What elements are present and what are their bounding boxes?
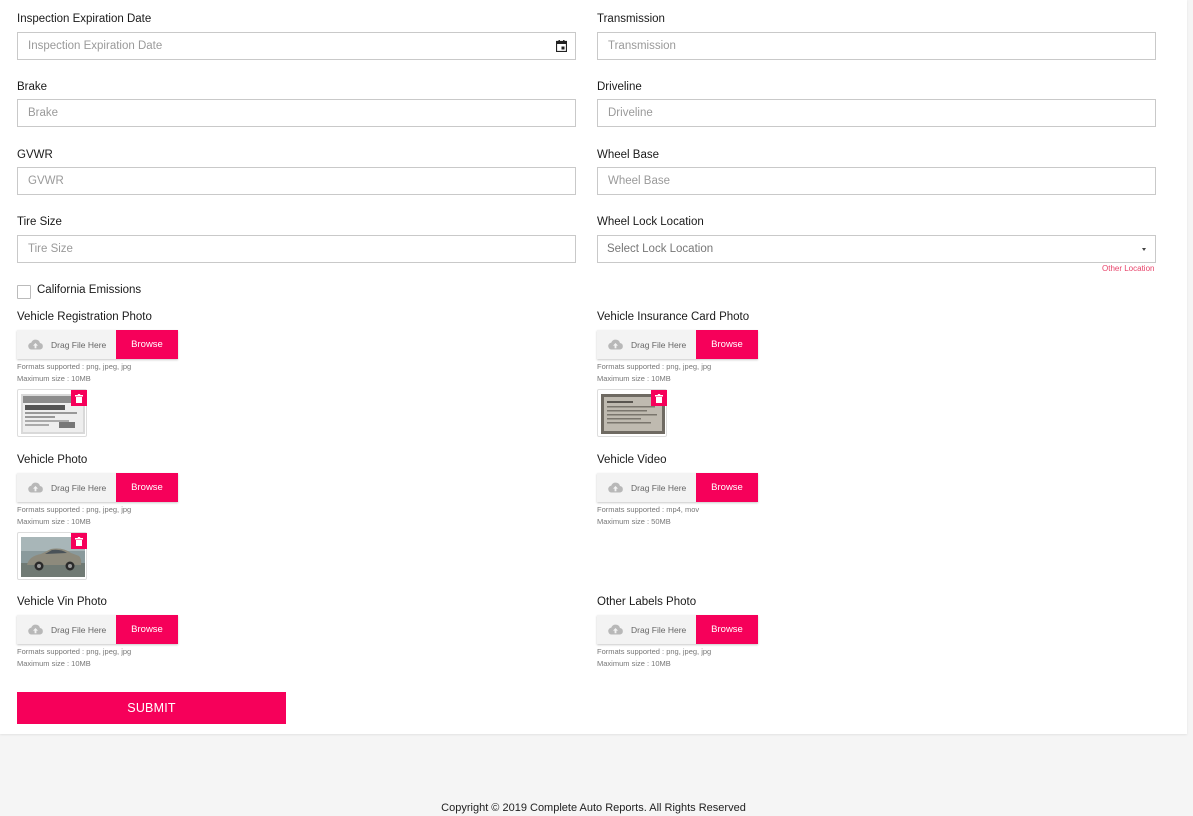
brake-label: Brake: [17, 81, 48, 93]
vehicle-registration-upload: Drag File Here Browse: [17, 330, 178, 359]
vehicle-photo-browse-button[interactable]: Browse: [116, 473, 178, 502]
vehicle-registration-max-size: Maximum size : 10MB: [17, 374, 91, 383]
other-labels-dropzone[interactable]: Drag File Here: [597, 615, 696, 644]
driveline-input[interactable]: Driveline: [597, 99, 1156, 127]
footer-copyright: Copyright © 2019 Complete Auto Reports. …: [441, 802, 746, 814]
trash-icon[interactable]: [71, 533, 87, 549]
upload-cloud-icon: [608, 339, 623, 350]
other-labels-label: Other Labels Photo: [597, 596, 697, 608]
vehicle-vin-max-size: Maximum size : 10MB: [17, 659, 91, 668]
driveline-placeholder: Driveline: [608, 107, 653, 119]
wheel-lock-location-select[interactable]: Select Lock Location: [597, 235, 1156, 263]
gvwr-input[interactable]: GVWR: [17, 167, 576, 195]
trash-icon[interactable]: [651, 390, 667, 406]
vehicle-insurance-browse-button[interactable]: Browse: [696, 330, 758, 359]
vehicle-insurance-label: Vehicle Insurance Card Photo: [597, 311, 750, 323]
gvwr-placeholder: GVWR: [28, 175, 64, 187]
vehicle-vin-dropzone[interactable]: Drag File Here: [17, 615, 116, 644]
inspection-expiration-placeholder: Inspection Expiration Date: [28, 40, 163, 52]
drag-file-text: Drag File Here: [51, 482, 107, 493]
vehicle-photo-dropzone[interactable]: Drag File Here: [17, 473, 116, 502]
vehicle-insurance-upload: Drag File Here Browse: [597, 330, 758, 359]
vehicle-registration-formats: Formats supported : png, jpeg, jpg: [17, 362, 132, 371]
inspection-expiration-label: Inspection Expiration Date: [17, 13, 152, 25]
vehicle-registration-dropzone[interactable]: Drag File Here: [17, 330, 116, 359]
trash-icon[interactable]: [71, 390, 87, 406]
other-labels-upload: Drag File Here Browse: [597, 615, 758, 644]
vehicle-photo-label: Vehicle Photo: [17, 454, 88, 466]
upload-cloud-icon: [28, 624, 43, 635]
driveline-label: Driveline: [597, 81, 642, 93]
drag-file-text: Drag File Here: [631, 339, 687, 350]
vehicle-photo-max-size: Maximum size : 10MB: [17, 517, 91, 526]
other-labels-max-size: Maximum size : 10MB: [597, 659, 671, 668]
vehicle-insurance-formats: Formats supported : png, jpeg, jpg: [597, 362, 712, 371]
other-labels-formats: Formats supported : png, jpeg, jpg: [597, 647, 712, 656]
wheel-base-input[interactable]: Wheel Base: [597, 167, 1156, 195]
vehicle-details-form: Inspection Expiration Date Inspection Ex…: [0, 0, 1187, 734]
vehicle-registration-browse-button[interactable]: Browse: [116, 330, 178, 359]
vehicle-video-upload: Drag File Here Browse: [597, 473, 758, 502]
wheel-lock-location-value: Select Lock Location: [607, 243, 714, 255]
vehicle-video-browse-button[interactable]: Browse: [696, 473, 758, 502]
upload-cloud-icon: [608, 482, 623, 493]
vehicle-video-formats: Formats supported : mp4, mov: [597, 505, 700, 514]
vehicle-vin-formats: Formats supported : png, jpeg, jpg: [17, 647, 132, 656]
calendar-icon[interactable]: [556, 40, 567, 52]
california-emissions-label: California Emissions: [37, 284, 142, 296]
wheel-lock-location-label: Wheel Lock Location: [597, 216, 704, 228]
gvwr-label: GVWR: [17, 149, 53, 161]
wheel-base-placeholder: Wheel Base: [608, 175, 671, 187]
vehicle-vin-label: Vehicle Vin Photo: [17, 596, 107, 608]
vehicle-photo-upload: Drag File Here Browse: [17, 473, 178, 502]
submit-button[interactable]: SUBMIT: [17, 692, 286, 724]
transmission-label: Transmission: [597, 13, 665, 25]
vehicle-registration-label: Vehicle Registration Photo: [17, 311, 152, 323]
transmission-placeholder: Transmission: [608, 40, 676, 52]
drag-file-text: Drag File Here: [631, 482, 687, 493]
tire-size-label: Tire Size: [17, 216, 62, 228]
upload-cloud-icon: [28, 482, 43, 493]
vehicle-vin-upload: Drag File Here Browse: [17, 615, 178, 644]
brake-input[interactable]: Brake: [17, 99, 576, 127]
drag-file-text: Drag File Here: [51, 339, 107, 350]
vehicle-video-dropzone[interactable]: Drag File Here: [597, 473, 696, 502]
drag-file-text: Drag File Here: [51, 624, 107, 635]
vehicle-video-max-size: Maximum size : 50MB: [597, 517, 671, 526]
chevron-down-icon: [1142, 248, 1146, 251]
vehicle-photo-formats: Formats supported : png, jpeg, jpg: [17, 505, 132, 514]
tire-size-placeholder: Tire Size: [28, 243, 73, 255]
california-emissions-checkbox[interactable]: [17, 285, 31, 299]
brake-placeholder: Brake: [28, 107, 59, 119]
vehicle-video-label: Vehicle Video: [597, 454, 667, 466]
vehicle-vin-browse-button[interactable]: Browse: [116, 615, 178, 644]
upload-cloud-icon: [28, 339, 43, 350]
wheel-base-label: Wheel Base: [597, 149, 660, 161]
vehicle-insurance-max-size: Maximum size : 10MB: [597, 374, 671, 383]
transmission-input[interactable]: Transmission: [597, 32, 1156, 60]
drag-file-text: Drag File Here: [631, 624, 687, 635]
other-location-link[interactable]: Other Location: [1102, 264, 1154, 273]
tire-size-input[interactable]: Tire Size: [17, 235, 576, 263]
inspection-expiration-input[interactable]: Inspection Expiration Date: [17, 32, 576, 60]
other-labels-browse-button[interactable]: Browse: [696, 615, 758, 644]
vehicle-insurance-dropzone[interactable]: Drag File Here: [597, 330, 696, 359]
upload-cloud-icon: [608, 624, 623, 635]
